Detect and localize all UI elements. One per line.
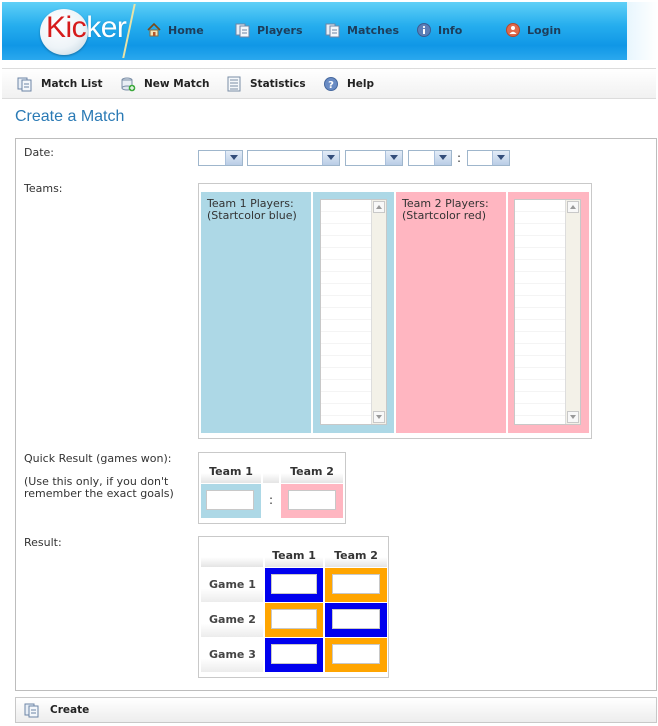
game2-label: Game 2 [201,603,263,637]
login-icon [505,22,521,38]
game1-team1-input[interactable] [271,574,317,594]
nav-info-label: Info [438,23,463,37]
team2-players-list[interactable] [514,199,581,425]
qr-team1-input[interactable] [206,490,254,510]
game3-team1-input[interactable] [271,644,317,664]
qr-team1-cell [201,484,261,518]
help-icon: ? [323,76,339,92]
result-team2-header: Team 2 [325,545,387,567]
subnav-match-list-label: Match List [41,78,103,90]
create-button-label: Create [50,704,90,716]
subnav-statistics[interactable]: Statistics [226,76,306,92]
game2-team1-input[interactable] [271,609,317,629]
result-team1-header: Team 1 [265,545,323,567]
result-label: Result: [24,536,62,549]
nav-players-label: Players [257,23,303,37]
chevron-down-icon [322,151,339,165]
players-icon [235,22,251,38]
game1-team2-input[interactable] [332,574,380,594]
game1-team1-cell [265,568,323,602]
logo-text-part2: ker [86,11,127,44]
result-table: Team 1 Team 2 Game 1 Game 2 Game 3 [198,536,389,678]
qr-spacer [263,461,279,483]
svg-text:?: ? [328,80,334,91]
subnav-help[interactable]: ? Help [323,76,374,92]
game3-team2-input[interactable] [332,644,380,664]
team2-scrollbar[interactable] [565,200,580,424]
info-icon [416,22,432,38]
game3-team1-cell [265,638,323,672]
month-select[interactable] [247,150,340,166]
subnav-new-match-label: New Match [144,78,210,90]
chevron-down-icon [225,151,242,165]
header-fade [627,2,658,60]
time-separator: : [457,151,462,165]
quick-result-table: Team 1 Team 2 : [198,452,346,524]
nav-login[interactable]: Login [505,22,561,38]
subnav-statistics-label: Statistics [250,78,306,90]
sub-navigation: Match List New Match Statistics ? Help [2,68,656,99]
game2-team2-input[interactable] [332,609,380,629]
matches-icon [325,22,341,38]
game1-team2-cell [325,568,387,602]
subnav-help-label: Help [347,78,375,90]
nav-login-label: Login [527,23,562,37]
teams-box: Team 1 Players: (Startcolor blue) Team 2… [198,183,592,439]
game3-label: Game 3 [201,638,263,672]
date-label: Date: [24,146,54,159]
team1-scrollbar[interactable] [371,200,386,424]
qr-team2-cell [281,484,343,518]
day-select[interactable] [198,150,243,166]
nav-matches-label: Matches [347,23,399,37]
team2-list-cell [508,192,589,433]
team1-players-list[interactable] [320,199,387,425]
quick-result-label: Quick Result (games won): [24,452,172,465]
nav-home-label: Home [168,23,204,37]
team2-label-cell: Team 2 Players: (Startcolor red) [396,192,506,433]
subnav-match-list[interactable]: Match List [17,76,102,92]
team2-label: Team 2 Players: (Startcolor red) [402,197,489,222]
chevron-down-icon [492,151,509,165]
scroll-up-icon[interactable] [373,201,385,213]
app-logo[interactable]: Kicker [46,11,127,45]
game2-team1-cell [265,603,323,637]
statistics-icon [226,76,242,92]
nav-matches[interactable]: Matches [325,22,399,38]
qr-team1-header: Team 1 [201,461,261,483]
team1-label-cell: Team 1 Players: (Startcolor blue) [201,192,311,433]
scroll-down-icon[interactable] [373,411,385,423]
subnav-new-match[interactable]: New Match [120,76,210,92]
result-corner [201,545,263,567]
chevron-down-icon [385,151,402,165]
chevron-down-icon [434,151,451,165]
teams-label: Teams: [24,182,63,195]
scroll-up-icon[interactable] [567,201,579,213]
qr-team2-input[interactable] [288,490,336,510]
game1-label: Game 1 [201,568,263,602]
nav-players[interactable]: Players [235,22,303,38]
create-bar: Create [15,697,657,723]
qr-team2-header: Team 2 [281,461,343,483]
match-list-icon [17,76,33,92]
team1-label: Team 1 Players: (Startcolor blue) [207,197,297,222]
nav-info[interactable]: Info [416,22,462,38]
new-match-icon [120,76,136,92]
year-select[interactable] [345,150,403,166]
page-title: Create a Match [15,108,125,125]
home-icon [146,22,162,38]
nav-home[interactable]: Home [146,22,204,38]
team1-list-cell [313,192,394,433]
game3-team2-cell [325,638,387,672]
minute-select[interactable] [467,150,510,166]
create-icon [24,702,40,718]
qr-separator: : [269,493,274,507]
hour-select[interactable] [408,150,452,166]
quick-result-note: (Use this only, if you don't remember th… [24,475,174,500]
logo-text-part1: Kic [46,11,87,44]
game2-team2-cell [325,603,387,637]
scroll-down-icon[interactable] [567,411,579,423]
create-button[interactable]: Create [24,702,89,718]
